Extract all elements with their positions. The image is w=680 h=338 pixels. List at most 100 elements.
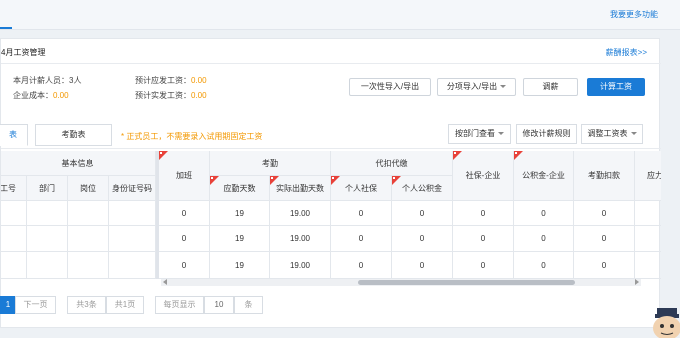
row3-fund-personal[interactable]: 0	[392, 252, 453, 279]
col-due-days: 应勤天数	[210, 176, 270, 201]
row1-social-personal[interactable]: 0	[331, 201, 392, 226]
row3-overtime[interactable]: 0	[159, 252, 210, 279]
row1-fund-company[interactable]: 0	[514, 201, 574, 226]
total-pages: 共1页	[106, 296, 144, 314]
expected-net: 预计实发工资：0.00	[135, 90, 207, 101]
salary-report-link[interactable]: 薪酬报表>>	[606, 47, 647, 58]
row3-social-company[interactable]: 0	[453, 252, 514, 279]
group-attendance-header: 考勤	[210, 151, 331, 176]
per-page-input[interactable]: 10	[204, 296, 234, 314]
row3-dept	[27, 252, 68, 279]
col-position: 岗位	[68, 176, 109, 201]
col-attendance-deduct: 考勤扣款	[574, 151, 635, 201]
row2-post	[68, 226, 109, 252]
total-items: 共3条	[67, 296, 106, 314]
col-department-label: 部门	[39, 183, 55, 193]
row3-actual-days[interactable]: 19.00	[270, 252, 331, 279]
company-cost: 企业成本：0.00	[13, 90, 69, 101]
row2-attendance-deduct[interactable]: 0	[574, 226, 635, 252]
scroll-right-arrow-icon[interactable]	[635, 279, 639, 285]
col-actual-days-label: 实际出勤天数	[276, 183, 324, 193]
row3-fund-company[interactable]: 0	[514, 252, 574, 279]
col-fund-company-label: 公积金-企业	[522, 171, 565, 180]
more-features-link[interactable]: 我要更多功能	[610, 9, 658, 20]
scrollbar-thumb[interactable]	[358, 280, 575, 285]
required-marker-icon	[159, 151, 168, 160]
import-export-once-button[interactable]: 一次性导入/导出	[349, 78, 431, 96]
scroll-left-arrow-icon[interactable]	[163, 279, 167, 285]
col-last-label: 应力	[647, 171, 661, 180]
col-department: 部门	[27, 176, 68, 201]
row1-fund-personal[interactable]: 0	[392, 201, 453, 226]
row2-idcard	[109, 226, 156, 252]
import-export-item-button[interactable]: 分项导入/导出	[437, 78, 516, 96]
row3-social-personal[interactable]: 0	[331, 252, 392, 279]
col-social-personal-label: 个人社保	[345, 183, 377, 193]
company-cost-label: 企业成本：	[13, 91, 53, 100]
salary-table: 基本信息 工号 部门 岗位 身份证号码 加班 考勤 应勤天数 实际出勤天数 代扣…	[1, 151, 661, 279]
horizontal-scrollbar[interactable]	[161, 279, 641, 286]
row2-last	[635, 226, 661, 252]
import-export-once-label: 一次性导入/导出	[360, 82, 420, 91]
row3-due-days[interactable]: 19	[210, 252, 270, 279]
tab-attendance[interactable]: 考勤表	[35, 124, 112, 146]
tab-salary-label: 表	[9, 130, 17, 139]
group-deduct-header: 代扣代缴	[331, 151, 453, 176]
adjust-salary-label: 调薪	[542, 82, 559, 91]
col-last: 应力	[635, 151, 661, 201]
col-fund-personal: 个人公积金	[392, 176, 453, 201]
row1-last	[635, 201, 661, 226]
row2-overtime[interactable]: 0	[159, 226, 210, 252]
row2-social-company[interactable]: 0	[453, 226, 514, 252]
row2-social-personal[interactable]: 0	[331, 226, 392, 252]
row1-id	[1, 201, 27, 226]
col-social-company-label: 社保-企业	[465, 171, 501, 180]
row3-id	[1, 252, 27, 279]
row1-overtime[interactable]: 0	[159, 201, 210, 226]
tab-salary-table[interactable]: 表	[0, 124, 28, 146]
row1-due-days[interactable]: 19	[210, 201, 270, 226]
view-by-department-label: 按部门查看	[455, 129, 495, 138]
row2-due-days[interactable]: 19	[210, 226, 270, 252]
assistant-mascot-icon[interactable]	[645, 300, 680, 338]
col-actual-days: 实际出勤天数	[270, 176, 331, 201]
chevron-down-icon	[630, 132, 637, 136]
required-marker-icon	[453, 151, 462, 160]
required-marker-icon	[392, 176, 401, 185]
col-position-label: 岗位	[80, 183, 96, 193]
row2-dept	[27, 226, 68, 252]
row3-attendance-deduct[interactable]: 0	[574, 252, 635, 279]
divider	[1, 63, 661, 64]
modify-rule-button[interactable]: 修改计薪规则	[516, 124, 577, 144]
payroll-count: 本月计薪人员：3人	[13, 76, 82, 85]
group-basic-label: 基本信息	[61, 158, 94, 168]
chevron-down-icon	[500, 85, 507, 89]
expected-net-value: 0.00	[191, 91, 207, 100]
row1-actual-days[interactable]: 19.00	[270, 201, 331, 226]
row3-last	[635, 252, 661, 279]
row1-social-company[interactable]: 0	[453, 201, 514, 226]
expected-gross: 预计应发工资：0.00	[135, 75, 207, 86]
adjust-salary-button[interactable]: 调薪	[523, 78, 578, 96]
page-current[interactable]: 1	[0, 296, 16, 314]
salary-card: 4月工资管理 薪酬报表>> 本月计薪人员：3人 企业成本：0.00 预计应发工资…	[0, 38, 661, 328]
expected-net-label: 预计实发工资：	[135, 91, 191, 100]
calculate-salary-button[interactable]: 计算工资	[587, 78, 645, 96]
adjust-table-label: 调整工资表	[587, 129, 628, 138]
adjust-table-button[interactable]: 调整工资表	[581, 124, 643, 144]
view-by-department-button[interactable]: 按部门查看	[448, 124, 511, 144]
row2-actual-days[interactable]: 19.00	[270, 226, 331, 252]
per-page-label: 每页显示	[155, 296, 204, 314]
row1-idcard	[109, 201, 156, 226]
next-page-button[interactable]: 下一页	[15, 296, 56, 314]
row1-dept	[27, 201, 68, 226]
col-social-personal: 个人社保	[331, 176, 392, 201]
expected-gross-value: 0.00	[191, 76, 207, 85]
expected-gross-label: 预计应发工资：	[135, 76, 191, 85]
row2-fund-company[interactable]: 0	[514, 226, 574, 252]
active-tab-indicator	[0, 27, 12, 29]
required-marker-icon	[210, 176, 219, 185]
col-social-company: 社保-企业	[453, 151, 514, 201]
row2-fund-personal[interactable]: 0	[392, 226, 453, 252]
row1-attendance-deduct[interactable]: 0	[574, 201, 635, 226]
